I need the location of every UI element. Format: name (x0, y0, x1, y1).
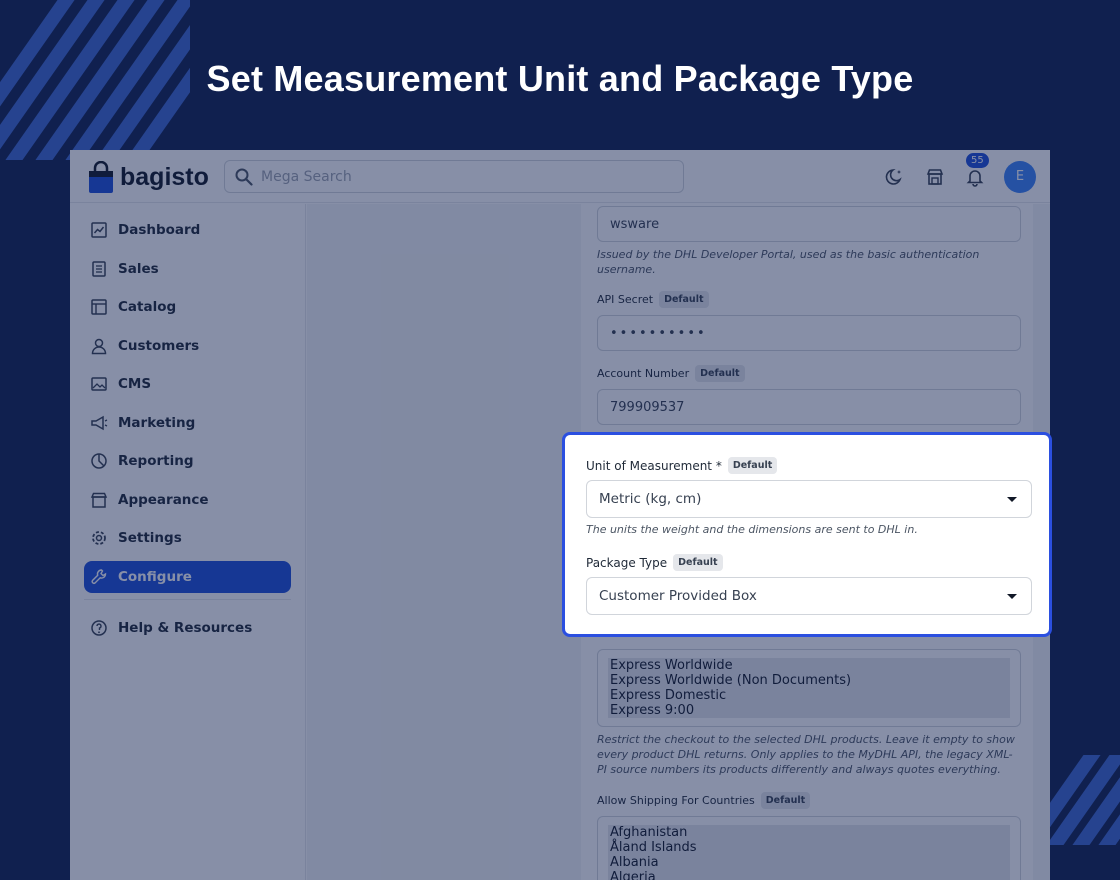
unit-selected-value: Metric (kg, cm) (599, 491, 702, 507)
default-tag: Default (673, 554, 723, 571)
package-type-label: Package Type Default (586, 554, 723, 571)
highlighted-settings-panel: Unit of Measurement * Default Metric (kg… (562, 432, 1052, 637)
unit-help: The units the weight and the dimensions … (586, 523, 918, 536)
page-headline: Set Measurement Unit and Package Type (206, 58, 914, 99)
default-tag: Default (727, 457, 778, 474)
package-type-select[interactable]: Customer Provided Box (586, 577, 1032, 615)
decorative-stripes-bottom-right (1050, 755, 1120, 845)
unit-of-measurement-label: Unit of Measurement * Default (586, 457, 778, 474)
package-selected-value: Customer Provided Box (599, 588, 757, 604)
chevron-down-icon (1007, 496, 1017, 502)
chevron-down-icon (1007, 593, 1017, 599)
unit-of-measurement-select[interactable]: Metric (kg, cm) (586, 480, 1032, 518)
